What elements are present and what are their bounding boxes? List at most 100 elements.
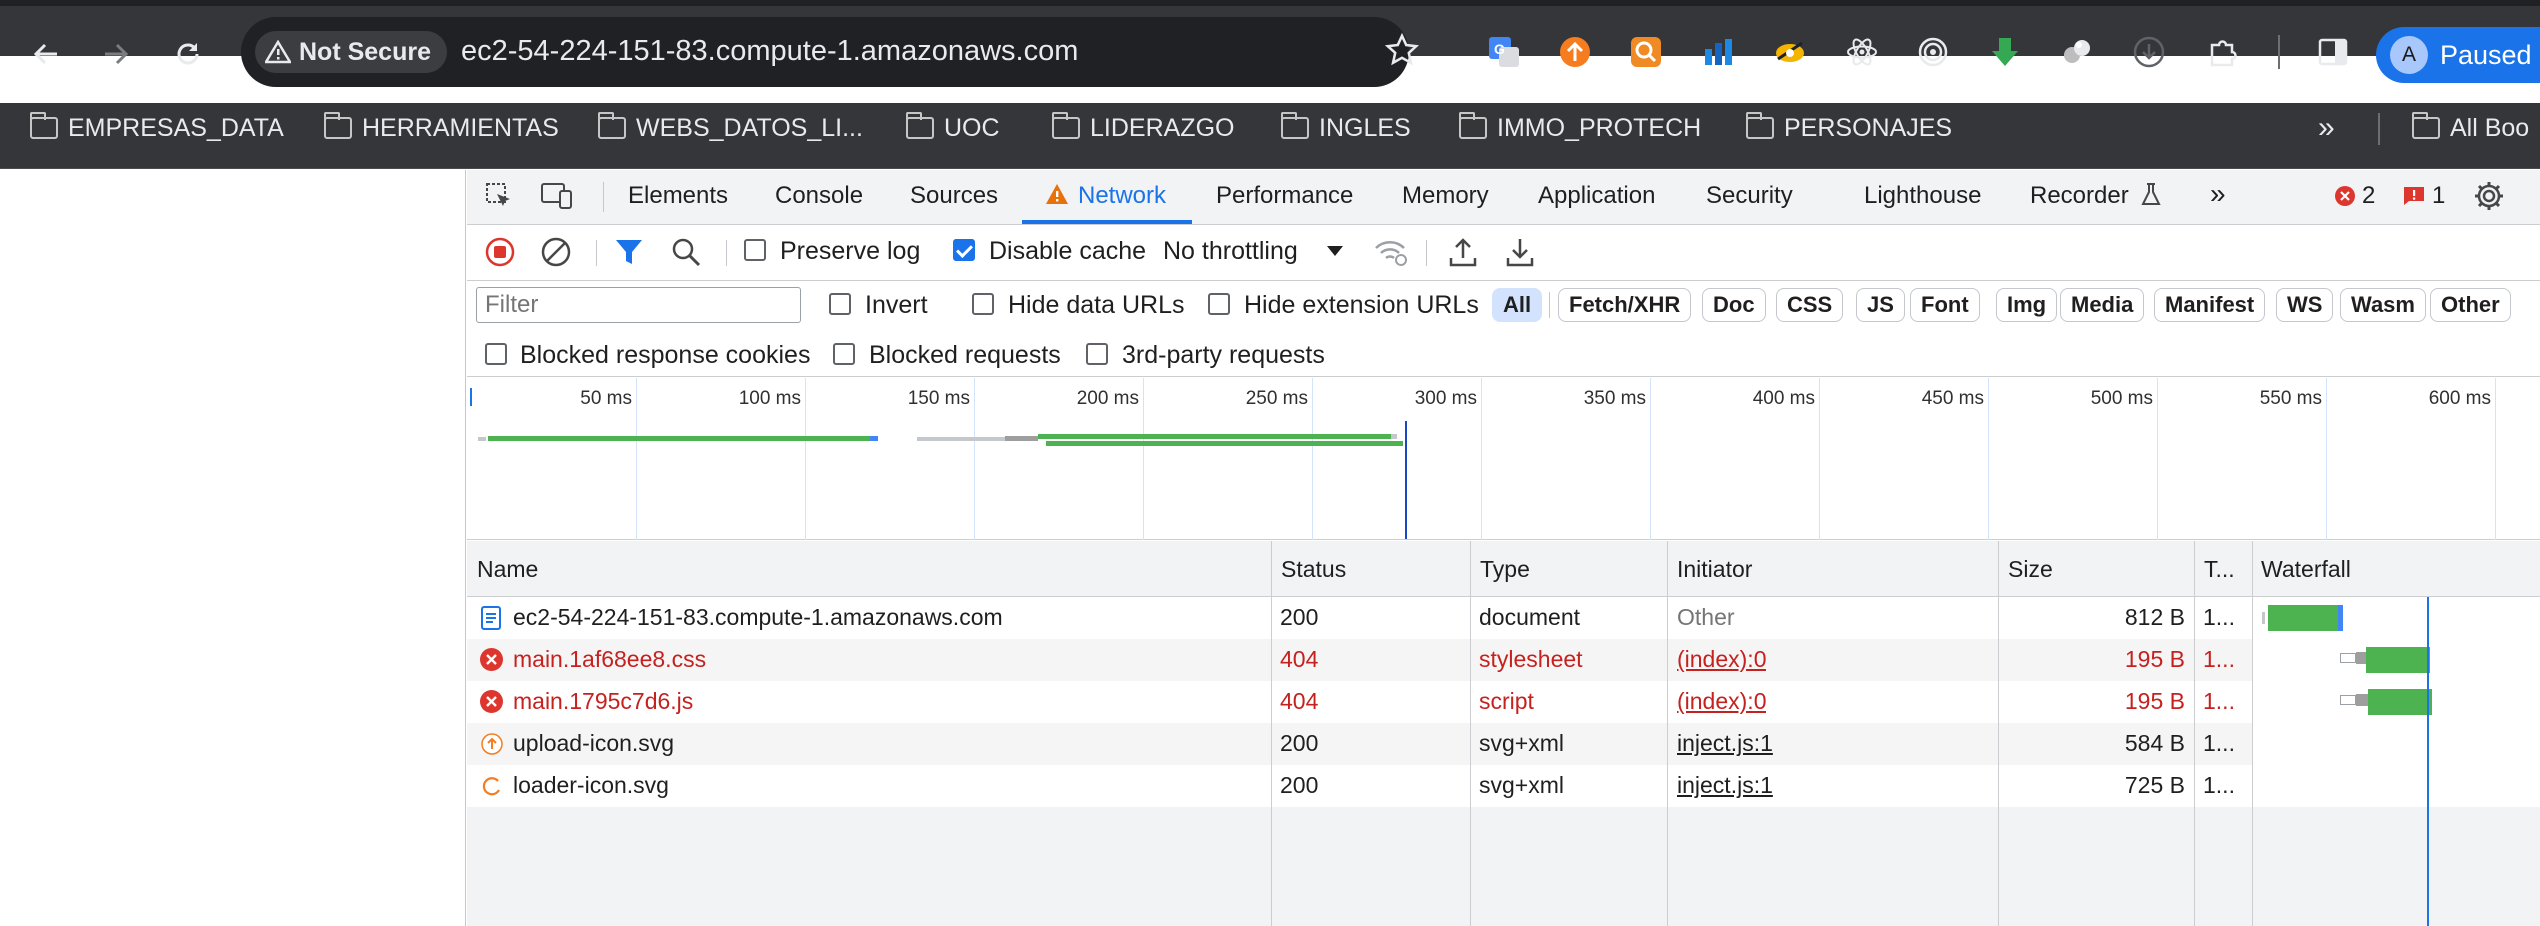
tab-console[interactable]: Console bbox=[775, 182, 863, 210]
type-filter-other[interactable]: Other bbox=[2430, 288, 2511, 322]
type-filter-ws[interactable]: WS bbox=[2276, 288, 2334, 322]
tab-application[interactable]: Application bbox=[1538, 182, 1655, 210]
bookmark-folder-all[interactable]: All Boo bbox=[2411, 110, 2529, 146]
third-party-checkbox[interactable] bbox=[1086, 343, 1108, 365]
request-name[interactable]: upload-icon.svg bbox=[513, 730, 674, 757]
request-initiator-link[interactable]: inject.js:1 bbox=[1677, 772, 1773, 799]
tab-performance[interactable]: Performance bbox=[1216, 182, 1353, 210]
chart-extension-icon[interactable] bbox=[1700, 33, 1738, 71]
security-chip[interactable]: Not Secure bbox=[255, 31, 447, 73]
type-filter-css[interactable]: CSS bbox=[1776, 288, 1844, 322]
disable-cache-checkbox[interactable] bbox=[953, 239, 975, 261]
network-conditions-icon[interactable] bbox=[1373, 236, 1409, 273]
invert-checkbox[interactable] bbox=[829, 293, 851, 315]
tracker-extension-icon[interactable] bbox=[1771, 33, 1809, 71]
column-divider[interactable] bbox=[1271, 541, 1272, 926]
column-divider[interactable] bbox=[2194, 541, 2195, 926]
bookmark-folder-immo[interactable]: IMMO_PROTECH bbox=[1458, 110, 1701, 146]
table-row[interactable] bbox=[467, 639, 2253, 681]
disabled-download-icon[interactable] bbox=[2130, 33, 2168, 71]
google-translate-icon[interactable]: G bbox=[1485, 33, 1523, 71]
device-toolbar-icon[interactable] bbox=[540, 181, 574, 216]
hide-extension-urls-checkbox[interactable] bbox=[1208, 293, 1230, 315]
type-filter-font[interactable]: Font bbox=[1910, 288, 1980, 322]
bookmark-folder-liderazgo[interactable]: LIDERAZGO bbox=[1051, 110, 1234, 146]
tab-sources[interactable]: Sources bbox=[910, 182, 998, 210]
error-count[interactable]: 2 bbox=[2362, 182, 2375, 210]
column-divider[interactable] bbox=[2252, 541, 2253, 926]
import-har-icon[interactable] bbox=[1448, 236, 1478, 273]
type-filter-img[interactable]: Img bbox=[1996, 288, 2058, 322]
react-devtools-icon[interactable] bbox=[1843, 33, 1881, 71]
bookmark-folder-herramientas[interactable]: HERRAMIENTAS bbox=[323, 110, 559, 146]
tab-recorder[interactable]: Recorder bbox=[2030, 182, 2129, 210]
side-panel-icon[interactable] bbox=[2314, 33, 2352, 71]
column-time[interactable]: T... bbox=[2204, 556, 2235, 583]
type-filter-all[interactable]: All bbox=[1492, 288, 1543, 322]
tab-security[interactable]: Security bbox=[1706, 182, 1793, 210]
request-name[interactable]: main.1af68ee8.css bbox=[513, 646, 706, 673]
target-extension-icon[interactable] bbox=[1914, 33, 1952, 71]
column-waterfall[interactable]: Waterfall bbox=[2261, 556, 2351, 583]
request-name[interactable]: loader-icon.svg bbox=[513, 772, 669, 799]
download-extension-icon[interactable] bbox=[1986, 33, 2024, 71]
issue-count[interactable]: 1 bbox=[2432, 182, 2445, 210]
reload-icon[interactable] bbox=[172, 38, 204, 70]
inspect-element-icon[interactable] bbox=[484, 181, 514, 216]
column-status[interactable]: Status bbox=[1281, 556, 1346, 583]
type-filter-manifest[interactable]: Manifest bbox=[2154, 288, 2266, 322]
tab-elements[interactable]: Elements bbox=[628, 182, 728, 210]
forward-icon[interactable] bbox=[100, 38, 132, 70]
column-name[interactable]: Name bbox=[477, 556, 538, 583]
blocked-cookies-checkbox[interactable] bbox=[485, 343, 507, 365]
bookmark-folder-personajes[interactable]: PERSONAJES bbox=[1745, 110, 1952, 146]
bookmark-folder-webs-datos[interactable]: WEBS_DATOS_LI... bbox=[597, 110, 863, 146]
type-filter-fetch-xhr[interactable]: Fetch/XHR bbox=[1558, 288, 1692, 322]
record-stop-icon[interactable] bbox=[484, 236, 516, 273]
profile-button[interactable]: A Paused bbox=[2376, 27, 2540, 83]
hide-data-urls-checkbox[interactable] bbox=[972, 293, 994, 315]
blocked-requests-checkbox[interactable] bbox=[833, 343, 855, 365]
filter-input[interactable] bbox=[476, 287, 801, 323]
filter-funnel-icon[interactable] bbox=[614, 236, 644, 273]
type-filter-js[interactable]: JS bbox=[1856, 288, 1905, 322]
request-name[interactable]: ec2-54-224-151-83.compute-1.amazonaws.co… bbox=[513, 604, 1003, 631]
table-row[interactable] bbox=[467, 723, 2253, 765]
url-text[interactable]: ec2-54-224-151-83.compute-1.amazonaws.co… bbox=[461, 35, 1078, 68]
column-initiator[interactable]: Initiator bbox=[1677, 556, 1752, 583]
bookmark-folder-uoc[interactable]: UOC bbox=[905, 110, 1000, 146]
type-filter-wasm[interactable]: Wasm bbox=[2340, 288, 2426, 322]
table-row[interactable] bbox=[467, 681, 2253, 723]
type-filter-media[interactable]: Media bbox=[2060, 288, 2145, 322]
balls-extension-icon[interactable] bbox=[2058, 33, 2096, 71]
column-divider[interactable] bbox=[1998, 541, 1999, 926]
request-initiator-link[interactable]: (index):0 bbox=[1677, 646, 1766, 673]
table-row[interactable] bbox=[467, 765, 2253, 807]
export-har-icon[interactable] bbox=[1505, 236, 1535, 273]
chevron-down-icon[interactable] bbox=[1326, 244, 1344, 262]
issue-count-icon[interactable] bbox=[2403, 186, 2425, 211]
more-tabs-icon[interactable]: » bbox=[2210, 178, 2226, 210]
column-divider[interactable] bbox=[1470, 541, 1471, 926]
clear-icon[interactable] bbox=[540, 236, 572, 273]
column-divider[interactable] bbox=[1667, 541, 1668, 926]
bookmark-folder-empresas[interactable]: EMPRESAS_DATA bbox=[29, 110, 284, 146]
extensions-puzzle-icon[interactable] bbox=[2204, 33, 2242, 71]
request-name[interactable]: main.1795c7d6.js bbox=[513, 688, 693, 715]
throttling-select[interactable]: No throttling bbox=[1163, 237, 1298, 266]
upload-extension-icon[interactable] bbox=[1556, 33, 1594, 71]
bookmarks-overflow-icon[interactable]: » bbox=[2318, 110, 2335, 146]
tab-network[interactable]: Network bbox=[1078, 182, 1166, 210]
type-filter-doc[interactable]: Doc bbox=[1702, 288, 1766, 322]
column-type[interactable]: Type bbox=[1480, 556, 1530, 583]
bookmark-star-icon[interactable] bbox=[1384, 32, 1420, 72]
error-count-icon[interactable] bbox=[2334, 185, 2356, 212]
settings-gear-icon[interactable] bbox=[2472, 179, 2506, 218]
preserve-log-checkbox[interactable] bbox=[744, 239, 766, 261]
bookmark-folder-ingles[interactable]: INGLES bbox=[1280, 110, 1411, 146]
request-initiator-link[interactable]: (index):0 bbox=[1677, 688, 1766, 715]
search-icon[interactable] bbox=[670, 236, 702, 273]
tab-lighthouse[interactable]: Lighthouse bbox=[1864, 182, 1981, 210]
column-size[interactable]: Size bbox=[2008, 556, 2053, 583]
tab-memory[interactable]: Memory bbox=[1402, 182, 1489, 210]
